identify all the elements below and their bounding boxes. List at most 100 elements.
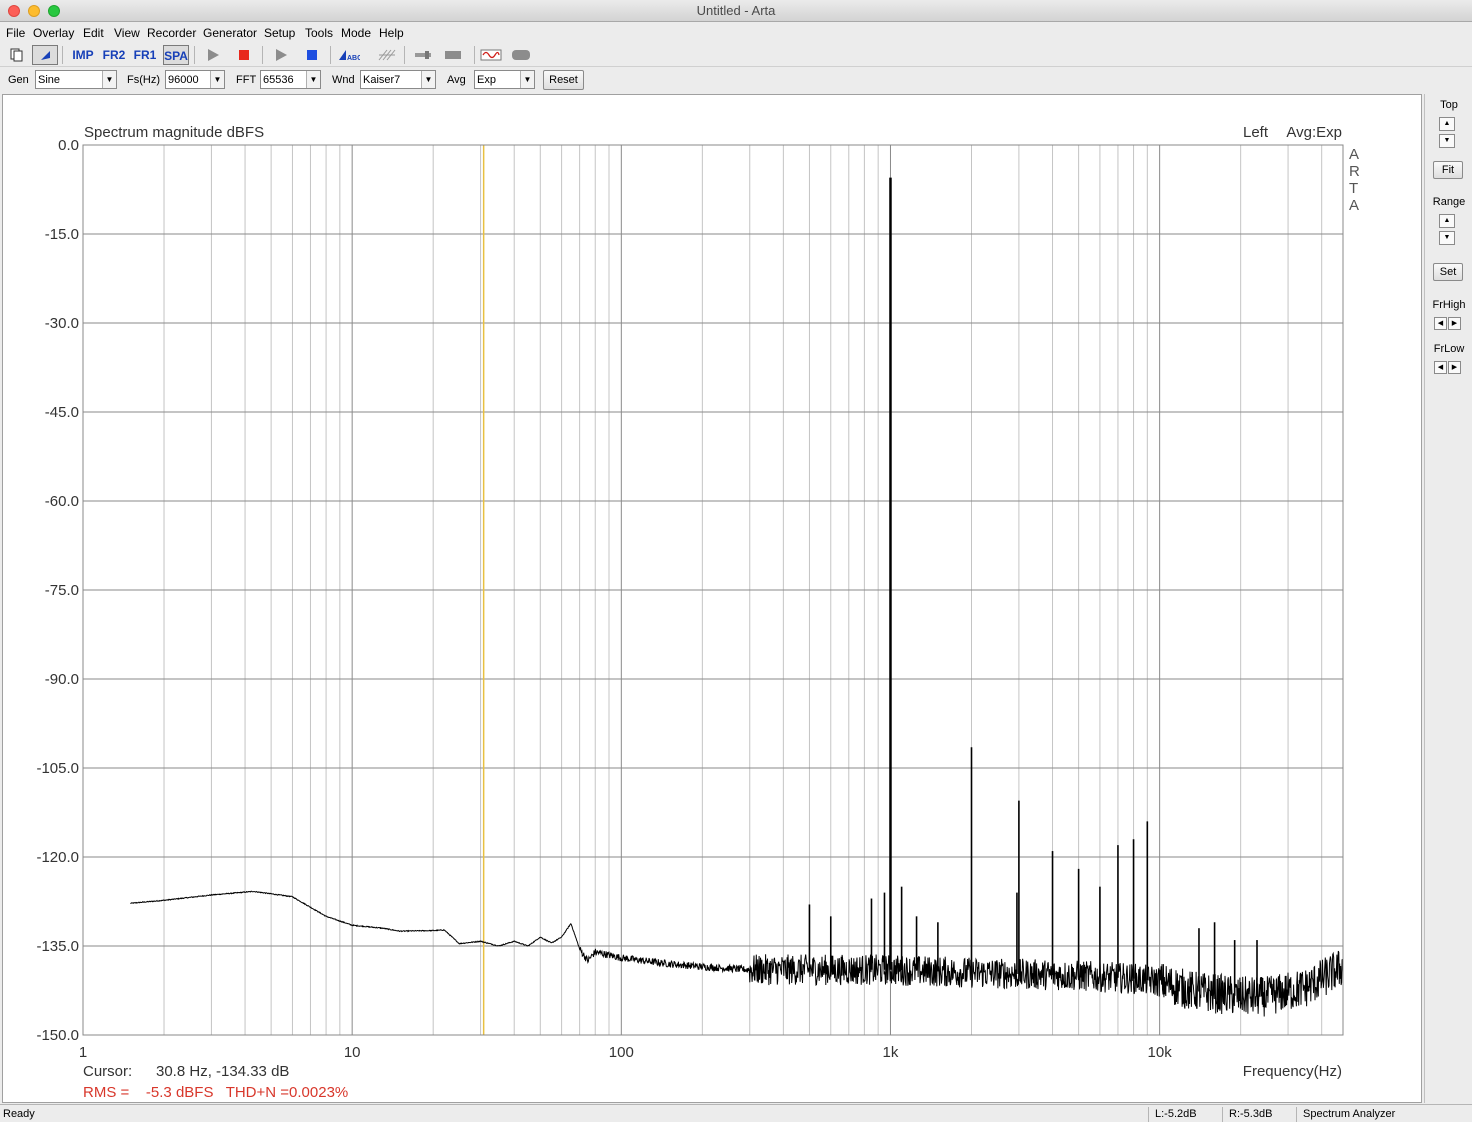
record-toggle-icon[interactable]	[508, 45, 534, 65]
menu-view[interactable]: View	[114, 26, 140, 40]
series-peaks	[808, 177, 1258, 997]
toolbar: IMP FR2 FR1 SPA ABC	[0, 43, 1472, 67]
spectrum-chart[interactable]: Spectrum magnitude dBFS Left Avg:Exp A R…	[3, 95, 1421, 1102]
top-down-button[interactable]: ▼	[1439, 134, 1455, 148]
y-axis: 0.0 -15.0 -30.0 -45.0 -60.0 -75.0 -90.0 -105.0 -…	[36, 137, 79, 1044]
play-generator-icon[interactable]	[200, 45, 226, 65]
chart-title: Spectrum magnitude dBFS	[84, 124, 264, 141]
menu-bar: File Overlay Edit View Recorder Generato…	[0, 23, 1472, 43]
avg-select[interactable]: Exp ▼	[474, 70, 535, 89]
menu-file[interactable]: File	[6, 26, 25, 40]
cursor-icon[interactable]	[32, 45, 58, 65]
spectrum-plot-area[interactable]: Spectrum magnitude dBFS Left Avg:Exp A R…	[2, 94, 1422, 1103]
maximize-window-button[interactable]	[48, 5, 60, 17]
x-tick-label: 1k	[883, 1044, 899, 1061]
x-tick-label: 10	[344, 1044, 361, 1061]
status-right-level: R:-5.3dB	[1222, 1107, 1296, 1122]
stop-generator-icon[interactable]	[231, 45, 257, 65]
watermark-a1: A	[1349, 146, 1359, 163]
chevron-down-icon: ▼	[102, 71, 116, 88]
range-up-button[interactable]: ▲	[1439, 214, 1455, 228]
menu-mode[interactable]: Mode	[341, 26, 371, 40]
chart-grid	[82, 144, 1343, 1036]
meter-icon[interactable]	[440, 45, 466, 65]
status-left-level: L:-5.2dB	[1148, 1107, 1222, 1122]
y-tick-label: 0.0	[58, 137, 79, 154]
channel-label: Left	[1243, 124, 1269, 141]
menu-edit[interactable]: Edit	[83, 26, 104, 40]
chevron-down-icon: ▼	[306, 71, 320, 88]
fft-select[interactable]: 65536 ▼	[260, 70, 321, 89]
watermark-t: T	[1349, 180, 1358, 197]
chevron-down-icon: ▼	[520, 71, 534, 88]
sine-wave-icon[interactable]	[478, 45, 504, 65]
spa-button[interactable]: SPA	[163, 45, 189, 65]
y-tick-label: -120.0	[36, 849, 79, 866]
x-axis: 1 10 100 1k 10k	[79, 1044, 1172, 1061]
spectrum-abc-icon[interactable]: ABC	[336, 45, 362, 65]
fr1-button[interactable]: FR1	[132, 45, 158, 65]
y-tick-label: -60.0	[45, 493, 79, 510]
x-tick-label: 10k	[1148, 1044, 1173, 1061]
y-tick-label: -135.0	[36, 938, 79, 955]
minimize-window-button[interactable]	[28, 5, 40, 17]
frlow-left-button[interactable]: ◀	[1434, 361, 1447, 374]
rms-thd-readout: RMS = -5.3 dBFS THD+N =0.0023%	[83, 1084, 348, 1101]
watermark-r: R	[1349, 163, 1360, 180]
gen-select[interactable]: Sine ▼	[35, 70, 117, 89]
fft-value: 65536	[263, 74, 294, 86]
avg-label: Avg	[447, 74, 466, 86]
fs-select[interactable]: 96000 ▼	[165, 70, 225, 89]
avg-value: Exp	[477, 74, 496, 86]
y-tick-label: -15.0	[45, 226, 79, 243]
gen-value: Sine	[38, 74, 61, 86]
frhigh-right-button[interactable]: ▶	[1448, 317, 1461, 330]
x-tick-label: 100	[609, 1044, 634, 1061]
frhigh-label: FrHigh	[1432, 299, 1466, 311]
chevron-down-icon: ▼	[421, 71, 435, 88]
play-record-icon[interactable]	[268, 45, 294, 65]
range-down-button[interactable]: ▼	[1439, 231, 1455, 245]
status-ready: Ready	[3, 1108, 35, 1120]
cursor-value: 30.8 Hz, -134.33 dB	[156, 1063, 289, 1080]
wnd-label: Wnd	[332, 74, 355, 86]
frlow-label: FrLow	[1433, 343, 1465, 355]
chevron-down-icon: ▼	[210, 71, 224, 88]
menu-generator[interactable]: Generator	[203, 26, 257, 40]
fit-button[interactable]: Fit	[1433, 161, 1463, 179]
control-bar: Gen Sine ▼ Fs(Hz) 96000 ▼ FFT 65536 ▼ Wn…	[0, 67, 1472, 93]
window-title: Untitled - Arta	[696, 3, 776, 18]
y-tick-label: -45.0	[45, 404, 79, 421]
stop-record-icon[interactable]	[299, 45, 325, 65]
new-doc-icon[interactable]	[4, 45, 30, 65]
top-label: Top	[1440, 99, 1458, 111]
frlow-right-button[interactable]: ▶	[1448, 361, 1461, 374]
fs-value: 96000	[168, 74, 199, 86]
watermark-a2: A	[1349, 197, 1359, 214]
top-up-button[interactable]: ▲	[1439, 117, 1455, 131]
slider-icon[interactable]	[410, 45, 436, 65]
status-mode: Spectrum Analyzer	[1296, 1107, 1456, 1122]
reset-button[interactable]: Reset	[543, 70, 584, 90]
x-axis-label: Frequency(Hz)	[1243, 1063, 1342, 1080]
hatched-icon[interactable]	[374, 45, 400, 65]
fr2-button[interactable]: FR2	[101, 45, 127, 65]
y-tick-label: -150.0	[36, 1027, 79, 1044]
set-button[interactable]: Set	[1433, 263, 1463, 281]
y-tick-label: -90.0	[45, 671, 79, 688]
frhigh-left-button[interactable]: ◀	[1434, 317, 1447, 330]
series-spectrum	[130, 890, 1344, 1017]
menu-overlay[interactable]: Overlay	[33, 26, 74, 40]
menu-recorder[interactable]: Recorder	[147, 26, 196, 40]
menu-tools[interactable]: Tools	[305, 26, 333, 40]
imp-button[interactable]: IMP	[70, 45, 96, 65]
fs-label: Fs(Hz)	[127, 74, 160, 86]
wnd-select[interactable]: Kaiser7 ▼	[360, 70, 436, 89]
close-window-button[interactable]	[8, 5, 20, 17]
gen-label: Gen	[8, 74, 29, 86]
menu-setup[interactable]: Setup	[264, 26, 295, 40]
wnd-value: Kaiser7	[363, 74, 401, 86]
range-label: Range	[1432, 196, 1466, 208]
menu-help[interactable]: Help	[379, 26, 404, 40]
y-tick-label: -105.0	[36, 760, 79, 777]
